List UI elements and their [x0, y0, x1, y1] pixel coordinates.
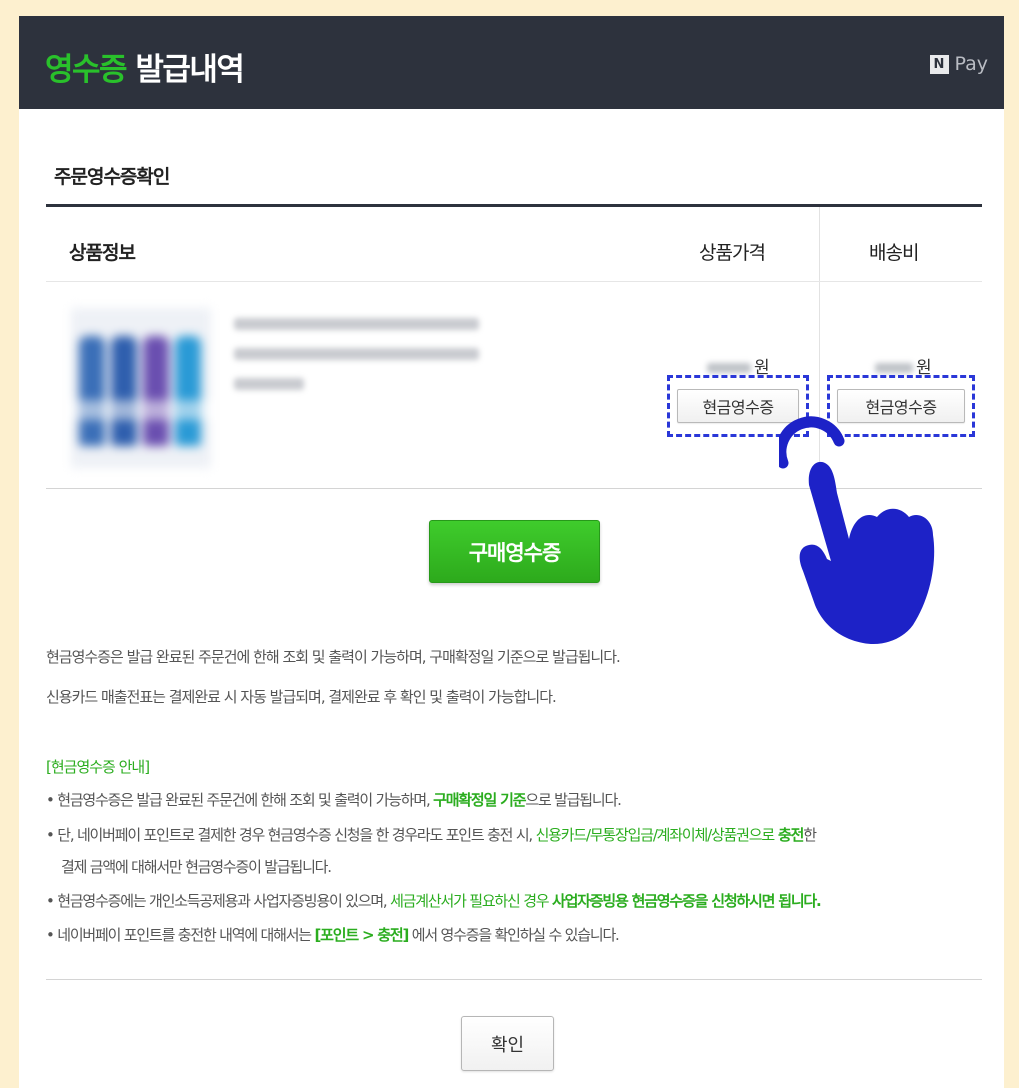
shipping-amount-blurred — [875, 363, 913, 373]
section-title: 주문영수증확인 — [54, 166, 170, 188]
guide-item-2: • 단, 네이버페이 포인트로 결제한 경우 현금영수증 신청을 한 경우라도 … — [46, 824, 817, 845]
guide-text: • 단, 네이버페이 포인트로 결제한 경우 현금영수증 신청을 한 경우라도 … — [46, 826, 536, 844]
guide-highlight: [포인트 > 충전] — [314, 926, 409, 944]
footer-divider — [46, 979, 982, 980]
purchase-receipt-button[interactable]: 구매영수증 — [429, 520, 600, 583]
brand-label: Pay — [954, 53, 989, 75]
notice-line-1: 현금영수증은 발급 완료된 주문건에 한해 조회 및 출력이 가능하며, 구매확… — [46, 648, 621, 666]
guide-highlight: 세금계산서가 필요하신 경우 — [390, 892, 552, 910]
header-row-divider — [46, 281, 982, 282]
product-name-blurred — [234, 318, 479, 330]
table-top-border — [46, 204, 982, 207]
guide-text: • 네이버페이 포인트를 충전한 내역에 대해서는 — [46, 926, 315, 944]
guide-text: 으로 발급됩니다. — [525, 791, 622, 809]
cash-receipt-guide-title: [현금영수증 안내] — [46, 758, 150, 776]
guide-item-2-cont: 결제 금액에 대해서만 현금영수증이 발급됩니다. — [61, 858, 332, 876]
guide-text: 한 — [803, 826, 817, 844]
header-bar: 영수증 발급내역 N Pay — [19, 16, 1004, 109]
title-accent: 영수증 — [45, 52, 128, 88]
guide-highlight: 충전 — [773, 826, 804, 844]
notice-line-2: 신용카드 매출전표는 결제완료 시 자동 발급되며, 결제완료 후 확인 및 출… — [46, 688, 557, 706]
receipt-window: 영수증 발급내역 N Pay 주문영수증확인 상품정보 상품가격 배송비 원 원… — [19, 16, 1004, 1088]
guide-highlight: 신용카드/무통장입금/계좌이체/상품권으로 — [535, 826, 776, 844]
product-name-blurred — [234, 348, 479, 360]
guide-item-4: • 네이버페이 포인트를 충전한 내역에 대해서는 [포인트 > 충전] 에서 … — [46, 924, 620, 945]
confirm-button[interactable]: 확인 — [461, 1016, 554, 1071]
guide-item-1: • 현금영수증은 발급 완료된 주문건에 한해 조회 및 출력이 가능하며, 구… — [46, 789, 622, 810]
guide-highlight: 구매확정일 기준 — [433, 791, 526, 809]
tap-hand-icon — [779, 416, 935, 645]
column-header-shipping: 배송비 — [869, 242, 919, 264]
naver-n-icon: N — [929, 54, 949, 74]
naver-pay-logo: N Pay — [929, 53, 989, 75]
product-name-blurred — [234, 378, 304, 390]
column-header-price: 상품가격 — [699, 242, 766, 264]
guide-text: • 현금영수증에는 개인소득공제용과 사업자증빙용이 있으며, — [46, 892, 391, 910]
column-header-product: 상품정보 — [69, 242, 136, 264]
price-amount-blurred — [707, 363, 751, 373]
page-title: 영수증 발급내역 — [45, 44, 245, 89]
guide-item-3: • 현금영수증에는 개인소득공제용과 사업자증빙용이 있으며, 세금계산서가 필… — [46, 890, 822, 911]
guide-text: 에서 영수증을 확인하실 수 있습니다. — [408, 926, 620, 944]
product-thumbnail — [71, 308, 211, 468]
title-rest: 발급내역 — [126, 52, 245, 88]
guide-highlight: 사업자증빙용 현금영수증을 신청하시면 됩니다. — [551, 892, 822, 910]
guide-text: • 현금영수증은 발급 완료된 주문건에 한해 조회 및 출력이 가능하며, — [46, 791, 434, 809]
